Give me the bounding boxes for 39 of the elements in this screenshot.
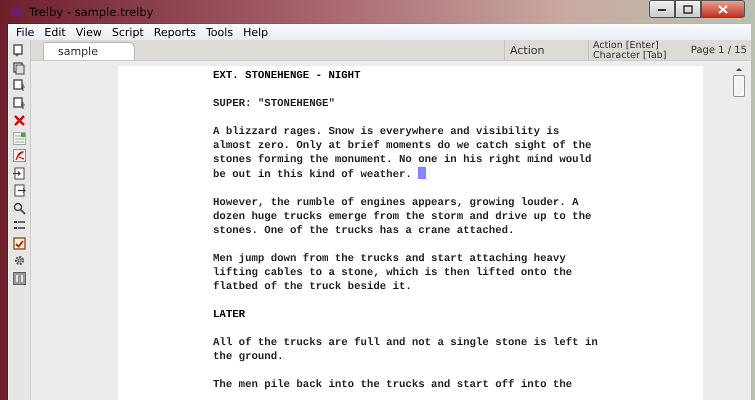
element-type-label: Action: [504, 40, 588, 60]
page-add-icon[interactable]: [12, 79, 26, 92]
menu-item[interactable]: Reports: [148, 26, 201, 38]
key-hints: Action [Enter] Character [Tab]: [588, 40, 679, 60]
maximize-icon: [683, 4, 693, 14]
action-paragraph: All of the trucks are full and not a single stone is left in the ground.: [213, 336, 599, 364]
close-icon[interactable]: [12, 114, 26, 127]
close-icon: [718, 4, 728, 14]
scene-heading: EXT. STONEHENGE - NIGHT: [213, 69, 362, 83]
scene-heading: LATER: [213, 308, 246, 322]
window-title: Trelby - sample.trelby: [29, 5, 154, 19]
menu-item[interactable]: Tools: [200, 26, 238, 38]
import-icon[interactable]: [12, 166, 26, 180]
action-paragraph: Men jump down from the trucks and start attaching heavy lifting cables to a stone, which is then lifted onto the flatbed of the truck beside it.: [213, 252, 574, 294]
action-paragraph: SUPER: "STONEHENGE": [213, 97, 336, 111]
minimize-button[interactable]: [649, 0, 675, 18]
app-icon: [10, 6, 24, 18]
document-tab[interactable]: sample: [43, 42, 135, 60]
export-icon[interactable]: [12, 184, 26, 197]
maximize-button[interactable]: [675, 0, 701, 18]
spreadsheet-icon[interactable]: [12, 132, 26, 144]
action-paragraph: A blizzard rages. Snow is everywhere and visibility is almost zero. Only at brief moments do we catch sight of the stones forming the monument. No one in his right mind would be out in this kind of weather.: [213, 125, 592, 182]
minimize-icon: [657, 6, 667, 12]
grid-icon[interactable]: [12, 272, 26, 284]
menu-item[interactable]: View: [70, 26, 107, 38]
page-counter: Page 1 / 15: [690, 44, 748, 58]
menu-item[interactable]: Edit: [39, 26, 71, 38]
page-icon[interactable]: [12, 44, 26, 57]
menu-item[interactable]: File: [11, 26, 40, 38]
menu-item[interactable]: Script: [106, 26, 149, 38]
search-icon[interactable]: [12, 202, 26, 214]
pdf-icon[interactable]: [12, 149, 26, 162]
close-button[interactable]: [701, 0, 745, 18]
checklist-icon[interactable]: [12, 236, 26, 250]
action-paragraph: However, the rumble of engines appears, growing louder. A dozen huge trucks emerge from the storm and drive up to the stones. One of the trucks has a crane attached.: [213, 196, 592, 238]
menu-item[interactable]: Help: [238, 26, 274, 38]
settings-icon[interactable]: [12, 254, 26, 267]
list-icon[interactable]: [12, 219, 26, 232]
action-paragraph: The men pile back into the trucks and start off into the: [213, 378, 574, 392]
